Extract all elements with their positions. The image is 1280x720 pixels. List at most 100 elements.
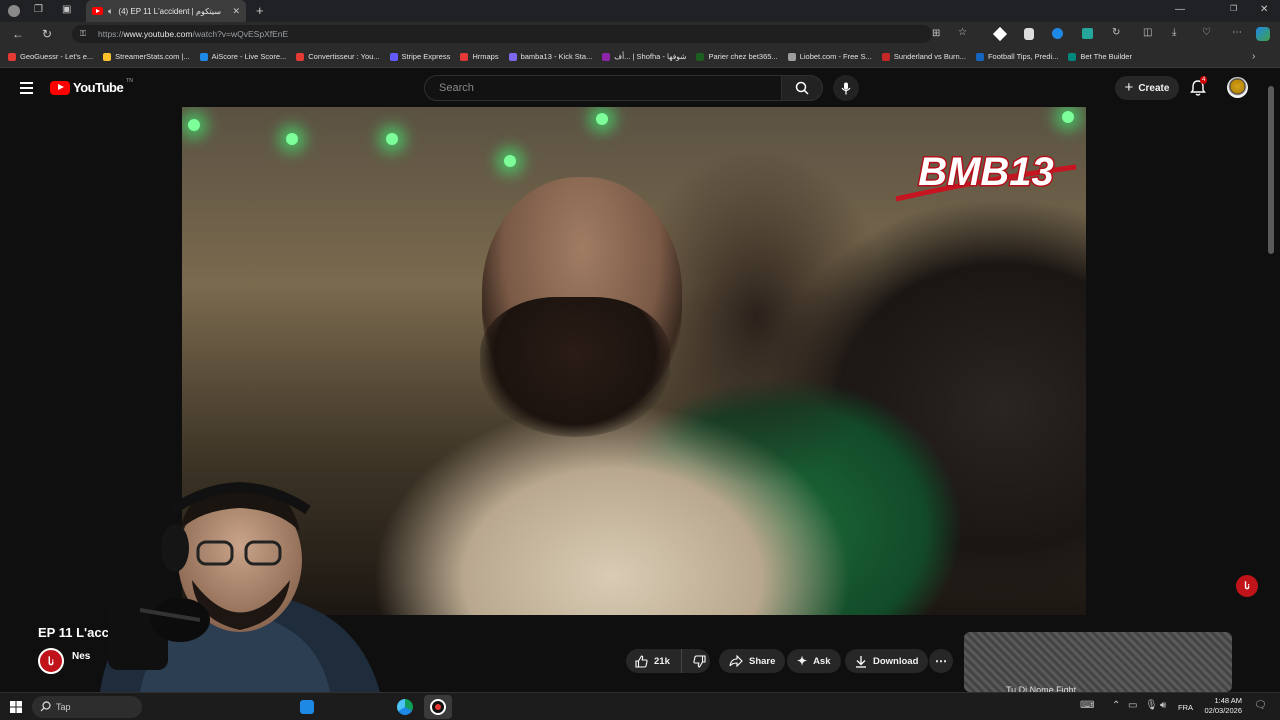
- create-label: Create: [1138, 82, 1170, 94]
- bmb13-watermark-logo: BMB13: [895, 149, 1077, 202]
- taskbar-search-icon: [40, 701, 51, 712]
- bookmark-item[interactable]: Stripe Express: [389, 52, 450, 61]
- downloads-icon[interactable]: ⤓: [1172, 27, 1176, 38]
- string-light: [504, 155, 516, 167]
- create-button[interactable]: + Create: [1115, 76, 1179, 100]
- string-light: [386, 133, 398, 145]
- hamburger-menu-icon[interactable]: [20, 82, 33, 94]
- windows-taskbar: Tap ⌨ ⌃ ▭ 🎙︎ 🔊︎ FRA 1:48 AM 02/03/2026 🗨…: [0, 692, 1280, 720]
- bookmark-item[interactable]: AiScore - Live Score...: [199, 52, 286, 61]
- app-available-icon[interactable]: ⊞: [932, 28, 940, 39]
- bookmark-favicon-icon: [103, 52, 112, 61]
- dislike-button[interactable]: [688, 649, 710, 673]
- clock-time: 1:48 AM: [1214, 696, 1242, 705]
- minimize-icon[interactable]: —: [1175, 4, 1185, 15]
- active-tab[interactable]: 🔈︎ (4) EP 11 L'accident | سيتكوم ✕: [86, 0, 246, 22]
- site-info-icon[interactable]: ⚿: [80, 29, 86, 39]
- url-prefix: https://: [98, 29, 124, 39]
- taskbar-search[interactable]: Tap: [32, 696, 142, 718]
- bookmark-item[interactable]: Convertisseur : You...: [296, 52, 380, 61]
- channel-watermark-icon[interactable]: نا: [1236, 575, 1258, 597]
- bookmark-label: أف... | Shofha - شوفها: [614, 52, 687, 61]
- keyboard-icon[interactable]: ⌨: [1080, 700, 1094, 711]
- address-bar[interactable]: ⚿ https://www.youtube.com/watch?v=wQvESp…: [72, 25, 932, 43]
- bookmark-item[interactable]: Sunderland vs Burn...: [881, 52, 966, 61]
- obs-app-icon[interactable]: [430, 699, 446, 715]
- windows-start-icon[interactable]: [10, 701, 22, 713]
- extension-teal-icon[interactable]: [1082, 28, 1093, 39]
- share-arrow-icon: [729, 655, 743, 667]
- channel-avatar[interactable]: نا: [38, 648, 64, 674]
- search-button[interactable]: [781, 75, 823, 101]
- bookmark-favicon-icon: [975, 52, 984, 61]
- bookmark-item[interactable]: Liobet.com - Free S...: [787, 52, 872, 61]
- settings-more-icon[interactable]: ⋯: [1232, 27, 1242, 38]
- browser-essentials-icon[interactable]: ♡: [1202, 27, 1211, 38]
- back-icon[interactable]: ←: [12, 27, 24, 41]
- search-input[interactable]: [425, 76, 781, 100]
- bookmark-item[interactable]: Football Tips, Predi...: [975, 52, 1058, 61]
- extension-ghost-icon[interactable]: [1024, 28, 1034, 40]
- bookmark-favicon-icon: [296, 52, 305, 61]
- speaker-icon[interactable]: 🔈︎: [108, 6, 113, 17]
- system-clock[interactable]: 1:48 AM 02/03/2026: [1198, 696, 1242, 716]
- tab-actions-icon[interactable]: ▣: [62, 4, 71, 15]
- bookmarks-overflow-icon[interactable]: ›: [1252, 51, 1255, 62]
- maximize-icon[interactable]: ❐: [1230, 4, 1237, 13]
- bookmark-favicon-icon: [696, 52, 705, 61]
- network-icon[interactable]: ▭: [1128, 700, 1137, 711]
- bookmark-item[interactable]: GeoGuessr - Let's e...: [8, 52, 93, 61]
- page-scrollbar[interactable]: [1268, 86, 1274, 254]
- like-count: 21k: [654, 655, 670, 667]
- url-domain: www.youtube.com: [123, 29, 193, 39]
- close-window-icon[interactable]: ✕: [1260, 4, 1268, 15]
- reload-icon[interactable]: ↻: [42, 27, 52, 41]
- bookmark-favicon-icon: [602, 52, 611, 61]
- bookmark-item[interactable]: bamba13 - Kick Sta...: [508, 52, 592, 61]
- more-actions-button[interactable]: ⋯: [929, 649, 953, 673]
- string-light: [596, 113, 608, 125]
- mail-app-icon[interactable]: [300, 700, 314, 714]
- bookmark-item[interactable]: Bet The Builder: [1068, 52, 1132, 61]
- language-indicator[interactable]: FRA: [1178, 703, 1193, 712]
- split-screen-icon[interactable]: ◫: [1143, 27, 1152, 38]
- bookmark-item[interactable]: أف... | Shofha - شوفها: [602, 52, 686, 61]
- bookmark-label: Sunderland vs Burn...: [893, 52, 966, 61]
- share-button[interactable]: Share: [719, 649, 786, 673]
- workspaces-icon[interactable]: ❐: [34, 4, 43, 15]
- profile-icon[interactable]: [8, 5, 20, 17]
- extension-blue-icon[interactable]: [1052, 28, 1063, 39]
- search-icon: [795, 81, 809, 95]
- youtube-logo[interactable]: YouTube TN: [50, 78, 133, 95]
- bookmark-item[interactable]: StreamerStats.com |...: [103, 52, 190, 61]
- notification-center-icon[interactable]: 🗨︎: [1254, 700, 1267, 711]
- share-label: Share: [749, 655, 776, 667]
- svg-text:BMB13: BMB13: [918, 150, 1054, 194]
- bookmark-favicon-icon: [1068, 52, 1077, 61]
- ask-button[interactable]: ✦ Ask: [787, 649, 841, 673]
- like-button[interactable]: 21k: [626, 649, 682, 673]
- browser-toolbar: ← ↻ ⚿ https://www.youtube.com/watch?v=wQ…: [0, 22, 1280, 46]
- bookmark-favicon-icon: [787, 52, 796, 61]
- favorite-star-icon[interactable]: ☆: [958, 27, 967, 38]
- volume-icon[interactable]: 🔊︎: [1160, 700, 1166, 711]
- extension-diamond-icon[interactable]: [992, 26, 1008, 42]
- new-tab-icon[interactable]: +: [256, 3, 264, 18]
- edge-browser-icon[interactable]: [397, 699, 413, 715]
- bookmark-item[interactable]: Hrmaps: [460, 52, 499, 61]
- account-avatar[interactable]: [1227, 77, 1248, 98]
- thumbs-down-icon: [692, 654, 706, 668]
- bookmark-label: Bet The Builder: [1080, 52, 1132, 61]
- tray-overflow-icon[interactable]: ⌃: [1112, 700, 1120, 711]
- voice-search-button[interactable]: [833, 75, 859, 101]
- close-tab-icon[interactable]: ✕: [232, 6, 240, 17]
- refresh-extension-icon[interactable]: ↻: [1112, 27, 1120, 38]
- next-video-thumbnail[interactable]: [964, 632, 1232, 692]
- copilot-icon[interactable]: [1256, 27, 1270, 41]
- download-button[interactable]: Download: [845, 649, 929, 673]
- string-light: [188, 119, 200, 131]
- youtube-country-code: TN: [126, 78, 133, 84]
- bookmark-item[interactable]: Parier chez bet365...: [696, 52, 778, 61]
- youtube-favicon-icon: [92, 7, 103, 15]
- microphone-tray-icon[interactable]: 🎙︎: [1145, 700, 1158, 711]
